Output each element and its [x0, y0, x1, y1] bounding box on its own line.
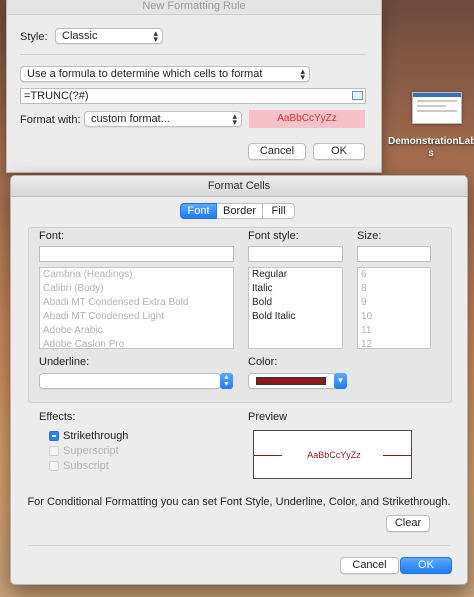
tab-fill[interactable]: Fill	[263, 203, 295, 219]
list-item[interactable]: 8	[358, 282, 430, 296]
strikethrough-checkbox[interactable]	[49, 431, 59, 441]
list-item[interactable]: Bold	[249, 296, 342, 310]
preview-label: Preview	[248, 411, 288, 423]
list-item[interactable]: Regular	[249, 268, 342, 282]
list-item[interactable]: Abadi MT Condensed Light	[40, 310, 233, 324]
chevron-down-icon[interactable]: ▼	[334, 373, 347, 389]
list-item[interactable]: 12	[358, 338, 430, 348]
cancel-button[interactable]: Cancel	[248, 143, 306, 160]
list-item[interactable]: 10	[358, 310, 430, 324]
format-with-value: custom format...	[91, 113, 170, 125]
list-item[interactable]: Adobe Arabic	[40, 324, 233, 338]
preview-rule-left	[254, 455, 282, 456]
chevron-updown-icon: ▴ ▾	[153, 28, 158, 44]
style-label: Style:	[20, 31, 48, 43]
list-item[interactable]: Abadi MT Condensed Extra Bold	[40, 296, 233, 310]
font-name-input[interactable]	[39, 246, 234, 262]
file-thumbnail-icon[interactable]	[412, 92, 462, 124]
underline-label: Underline:	[39, 356, 90, 368]
desktop-icon-label[interactable]: DemonstrationLab s	[388, 136, 474, 160]
subscript-label[interactable]: Subscript	[63, 460, 109, 472]
list-item[interactable]: 9	[358, 296, 430, 310]
separator	[20, 54, 366, 55]
chevron-updown-icon[interactable]: ▲ ▼	[220, 373, 233, 389]
underline-popup[interactable]	[39, 373, 221, 389]
effects-label: Effects:	[39, 411, 76, 423]
font-list[interactable]: Cambria (Headings) Calibri (Body) Abadi …	[39, 267, 234, 349]
subscript-checkbox[interactable]	[49, 461, 59, 471]
clear-button[interactable]: Clear	[386, 515, 430, 532]
ok-button[interactable]: OK	[313, 143, 365, 160]
cancel-button[interactable]: Cancel	[340, 557, 399, 574]
strikethrough-label[interactable]: Strikethrough	[63, 430, 128, 442]
dialog-title: New Formatting Rule	[7, 0, 381, 15]
preview-text: AaBbCcYyZz	[307, 450, 361, 460]
preview-rule-right	[383, 455, 411, 456]
size-label: Size:	[357, 230, 382, 242]
list-item[interactable]: Calibri (Body)	[40, 282, 233, 296]
tab-border[interactable]: Border	[217, 203, 263, 219]
rule-type-popup[interactable]: Use a formula to determine which cells t…	[20, 66, 310, 82]
new-formatting-rule-dialog: New Formatting Rule Style: Classic ▴ ▾ Us…	[6, 0, 382, 173]
chevron-updown-icon: ▴ ▾	[232, 111, 237, 127]
format-sample: AaBbCcYyZz	[249, 110, 365, 128]
list-item[interactable]: 6	[358, 268, 430, 282]
preview-box: AaBbCcYyZz	[253, 430, 412, 479]
list-item[interactable]: Adobe Caslon Pro	[40, 338, 233, 348]
color-popup[interactable]	[248, 373, 336, 389]
dialog-title: Format Cells	[11, 176, 467, 197]
color-swatch	[256, 377, 326, 385]
list-item[interactable]: Bold Italic	[249, 310, 342, 324]
color-label: Color:	[248, 356, 278, 368]
formula-value: =TRUNC(?#)	[24, 90, 89, 102]
superscript-checkbox[interactable]	[49, 446, 59, 456]
formula-input[interactable]: =TRUNC(?#)	[20, 88, 366, 104]
list-item[interactable]: 11	[358, 324, 430, 338]
font-label: Font:	[39, 230, 65, 242]
format-with-popup[interactable]: custom format... ▴ ▾	[84, 111, 242, 127]
superscript-label[interactable]: Superscript	[63, 445, 119, 457]
font-style-list[interactable]: Regular Italic Bold Bold Italic	[248, 267, 343, 349]
chevron-updown-icon: ▴ ▾	[300, 66, 305, 82]
format-with-label: Format with:	[20, 114, 81, 126]
ok-button[interactable]: OK	[400, 557, 452, 574]
info-text: For Conditional Formatting you can set F…	[27, 496, 451, 508]
style-value: Classic	[62, 30, 98, 42]
format-cells-dialog: Format Cells Font Border Fill Font: Camb…	[10, 175, 468, 585]
list-item[interactable]: Italic	[249, 282, 342, 296]
tab-font[interactable]: Font	[180, 203, 217, 219]
separator	[28, 545, 450, 546]
collapse-range-icon[interactable]	[352, 91, 363, 100]
size-list[interactable]: 6 8 9 10 11 12	[357, 267, 431, 349]
rule-type-value: Use a formula to determine which cells t…	[27, 68, 263, 80]
list-item[interactable]: Cambria (Headings)	[40, 268, 233, 282]
size-input[interactable]	[357, 246, 431, 262]
style-popup[interactable]: Classic ▴ ▾	[55, 28, 163, 44]
font-style-label: Font style:	[248, 230, 299, 242]
font-style-input[interactable]	[248, 246, 343, 262]
